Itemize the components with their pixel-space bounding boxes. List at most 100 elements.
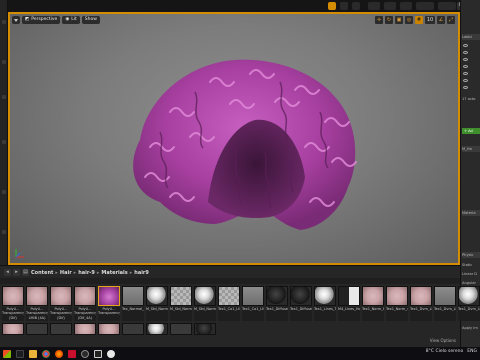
asset-label: M_Std_Normal_9_LMFB_4x4 xyxy=(194,307,216,321)
settings-icon[interactable] xyxy=(340,2,348,10)
physics-row: Static xyxy=(462,263,473,267)
asset-thumbnail xyxy=(434,286,456,306)
viewport-options-button[interactable] xyxy=(12,16,20,24)
mode-icon[interactable] xyxy=(2,60,6,64)
mode-icon[interactable] xyxy=(2,190,6,194)
visibility-icon[interactable] xyxy=(463,86,468,89)
language-label[interactable]: ENG xyxy=(467,349,477,354)
asset-label: Tex_Normal_3_LMFB_4x4 xyxy=(122,307,144,321)
materials-section[interactable]: Materia xyxy=(462,210,480,216)
breadcrumb-item[interactable]: Hair xyxy=(60,270,72,276)
breadcrumb-item[interactable]: Content xyxy=(31,270,53,276)
back-arrow-icon[interactable]: ◂ xyxy=(4,269,11,276)
asset-label: Tex1_Diffuse_LMFB_4x4 xyxy=(266,307,288,321)
asset-thumbnail xyxy=(194,286,216,306)
forward-arrow-icon[interactable]: ▸ xyxy=(13,269,20,276)
snap-icon[interactable] xyxy=(368,2,380,10)
asset-thumbnail xyxy=(2,286,24,306)
asset-thumbnail xyxy=(218,286,240,306)
left-toolbar-strip xyxy=(0,0,8,266)
asset-thumbnail xyxy=(50,286,72,306)
perspective-icon: ◩ xyxy=(25,17,30,22)
acrobat-icon[interactable] xyxy=(68,349,76,358)
grid-size-value[interactable]: 10 xyxy=(425,16,435,24)
translate-icon[interactable]: ✛ xyxy=(375,16,383,24)
weather-label[interactable]: 8°C Cielo sereno xyxy=(426,349,464,354)
asset-thumbnail xyxy=(290,286,312,306)
visibility-icon[interactable] xyxy=(463,44,468,47)
grid-snap-icon[interactable]: # xyxy=(415,16,423,24)
physics-section[interactable]: Physic xyxy=(462,252,480,258)
epic-icon[interactable] xyxy=(94,349,102,358)
asset-grid: PolyU... Transparency (Dif) PolyU... Tran… xyxy=(0,286,480,344)
visibility-icon[interactable] xyxy=(463,58,468,61)
mode-icon[interactable] xyxy=(2,20,6,24)
asset-thumbnail xyxy=(146,323,168,335)
asset-label: Tex1_Diffuse_LMFB_4x4 xyxy=(290,307,312,321)
start-icon[interactable] xyxy=(3,349,11,358)
asset-label: Tex1_Dvm_LMFB_4x4 xyxy=(458,307,480,321)
camera-speed-button[interactable] xyxy=(416,2,434,10)
viewport-transform-tools: ✛ ↻ ▣ ◎ # 10 ∠ ⤢ xyxy=(375,16,455,24)
asset-thumbnail xyxy=(362,286,384,306)
rotate-icon[interactable]: ↻ xyxy=(385,16,393,24)
visibility-icon[interactable] xyxy=(463,65,468,68)
add-component-button[interactable]: + Ad xyxy=(462,128,480,134)
breadcrumb-item[interactable]: hair9 xyxy=(134,270,149,276)
show-button[interactable]: Show xyxy=(81,16,100,24)
asset-label: PolyU... Transparency (Dif) xyxy=(2,307,24,321)
asset-thumbnail xyxy=(98,323,120,335)
chrome-icon[interactable] xyxy=(42,349,50,358)
camera-icon[interactable] xyxy=(352,2,360,10)
breadcrumb-item[interactable]: hair-9 xyxy=(78,270,95,276)
asset-label: Tex1_Dvm_LMFB_4x4 xyxy=(434,307,456,321)
component-name-field[interactable]: M_Ha xyxy=(462,146,480,152)
angle-snap-icon[interactable]: ∠ xyxy=(437,16,445,24)
scale-icon[interactable]: ▣ xyxy=(395,16,403,24)
folder-icon[interactable]: ▤ xyxy=(22,269,29,276)
asset-thumbnail xyxy=(266,286,288,306)
breadcrumb: ◂ ▸ ▤ Content ▸ Hair ▸ hair-9 ▸ Material… xyxy=(0,268,460,277)
asset-thumbnail xyxy=(122,323,144,335)
axis-gizmo-icon xyxy=(15,249,24,258)
breadcrumb-item[interactable]: Materials xyxy=(101,270,127,276)
rotate-icon[interactable] xyxy=(384,2,396,10)
asset-thumbnail xyxy=(74,286,96,306)
visibility-icon[interactable] xyxy=(463,51,468,54)
world-icon[interactable]: ◎ xyxy=(405,16,413,24)
asset-label: Tex1_Norm_Hi1_4x4 xyxy=(362,307,384,321)
asset-thumbnail xyxy=(146,286,168,306)
asset-label: M_Std_Normal_9_LMFB_4x4 xyxy=(170,307,192,321)
content-browser: ◂ ▸ ▤ Content ▸ Hair ▸ hair-9 ▸ Material… xyxy=(0,265,480,347)
obs-icon[interactable] xyxy=(81,349,89,358)
asset-label: PolyU... Transparency LMIB (4A) xyxy=(26,307,48,321)
asset-label: PolyU... Transparency (Dif) xyxy=(50,307,72,321)
mode-icon[interactable] xyxy=(2,95,6,99)
lit-button[interactable]: ◉ Lit xyxy=(62,16,80,24)
visibility-icon[interactable] xyxy=(463,72,468,75)
visibility-icon[interactable] xyxy=(463,79,468,82)
chevron-right-icon: ▸ xyxy=(129,269,133,276)
search-icon[interactable] xyxy=(16,349,24,358)
level-viewport[interactable]: ◩ Perspective ◉ Lit Show ✛ ↻ ▣ ◎ # 10 ∠ ⤢ xyxy=(8,12,460,265)
maximize-icon[interactable]: ⤢ xyxy=(447,16,455,24)
hair-mesh[interactable] xyxy=(120,52,364,236)
unreal-icon[interactable] xyxy=(107,349,115,358)
details-panel: Lobbi 17 acto + Ad M_Ha Materia Physic S… xyxy=(460,0,480,360)
scale-icon[interactable] xyxy=(400,2,412,10)
firefox-icon[interactable] xyxy=(55,349,63,358)
mode-icon[interactable] xyxy=(2,140,6,144)
asset-thumbnail xyxy=(74,323,96,335)
view-options-button[interactable]: View Options xyxy=(430,338,456,343)
filter-bar[interactable] xyxy=(0,278,460,284)
mode-icon[interactable] xyxy=(2,230,6,234)
asset-thumbnail xyxy=(122,286,144,306)
play-icon[interactable] xyxy=(328,2,336,10)
perspective-button[interactable]: ◩ Perspective xyxy=(22,16,61,24)
layout-button[interactable] xyxy=(438,2,456,10)
asset-thumbnail xyxy=(170,323,192,335)
outliner-header: Lobbi xyxy=(462,34,480,40)
asset-label: Tex1_Co1_LMFB_4x4 xyxy=(242,307,264,321)
asset-thumbnail xyxy=(314,286,336,306)
file-explorer-icon[interactable] xyxy=(29,349,37,358)
